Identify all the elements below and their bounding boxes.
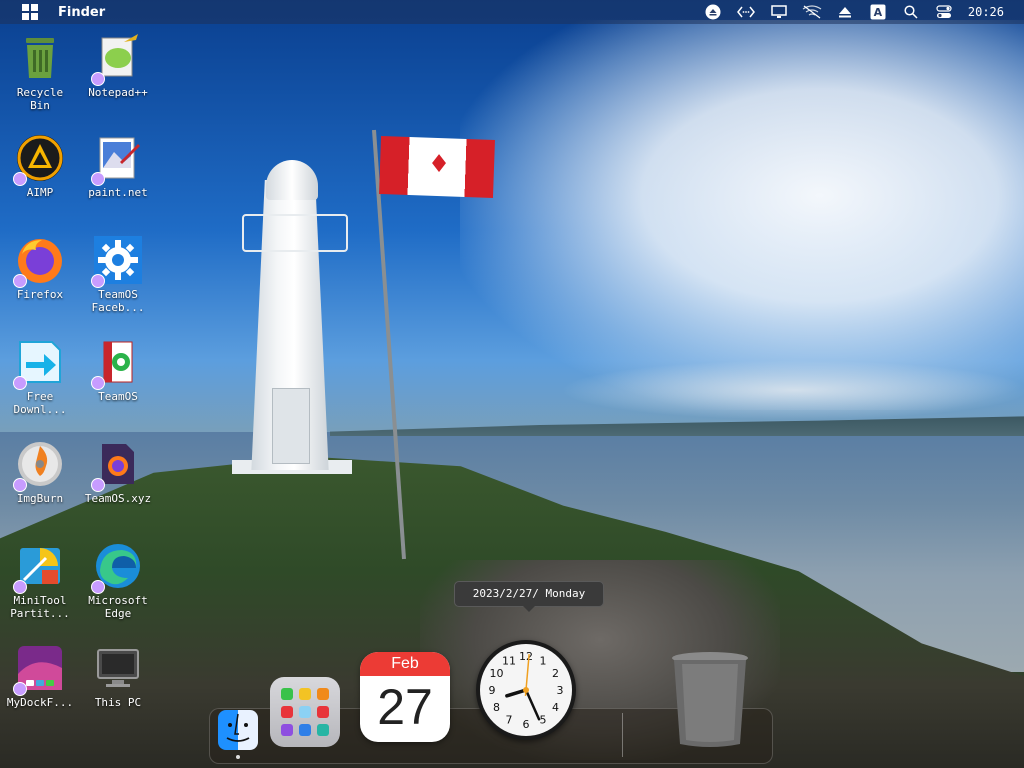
desktop-icon-this-pc[interactable]: This PC: [78, 644, 158, 730]
desktop-icon-label: AIMP: [26, 186, 54, 199]
display-icon[interactable]: [768, 1, 790, 23]
launchpad-icon[interactable]: [270, 677, 340, 747]
desktop-icon-teamos-facebook[interactable]: TeamOS Faceb...: [78, 236, 158, 322]
desktop-icon-notepad-plus-plus[interactable]: Notepad++: [78, 34, 158, 120]
this-pc-icon: [94, 644, 142, 692]
input-method-icon[interactable]: A: [867, 1, 889, 23]
desktop-icon-label: This PC: [94, 696, 142, 709]
recycle-bin-icon: [16, 34, 64, 82]
shortcut-arrow-icon: [13, 682, 27, 696]
notepad-plus-plus-icon: [91, 34, 142, 86]
gear-icon: [91, 236, 142, 288]
free-download-icon: [13, 338, 64, 390]
paint-net-icon: [91, 134, 142, 186]
wifi-off-icon[interactable]: [801, 1, 823, 23]
search-icon[interactable]: [900, 1, 922, 23]
shortcut-arrow-icon: [13, 172, 27, 186]
desktop-icon-free-download[interactable]: Free Downl...: [0, 338, 80, 424]
eject-icon[interactable]: [702, 1, 724, 23]
dock-separator: [622, 713, 623, 757]
shortcut-arrow-icon: [13, 478, 27, 492]
network-code-icon[interactable]: [735, 1, 757, 23]
clock-number: 9: [489, 684, 496, 697]
shortcut-arrow-icon: [91, 376, 105, 390]
teamos-icon: [91, 338, 142, 390]
windows-icon[interactable]: [22, 4, 38, 20]
desktop-icon-label: Firefox: [16, 288, 64, 301]
menu-bar-clock[interactable]: 20:26: [968, 5, 1004, 19]
desktop-icon-minitool-partition[interactable]: MiniTool Partit...: [0, 542, 80, 628]
desktop-icon-teamos[interactable]: TeamOS: [78, 338, 158, 424]
desktop-icon-microsoft-edge[interactable]: Microsoft Edge: [78, 542, 158, 628]
finder-icon[interactable]: [218, 710, 258, 750]
clock-number: 4: [552, 701, 559, 714]
desktop-icon-recycle-bin[interactable]: Recycle Bin: [0, 34, 80, 120]
desktop-icon-paint-net[interactable]: paint.net: [78, 134, 158, 220]
shortcut-arrow-icon: [91, 274, 105, 288]
teamos-firefox-icon: [91, 440, 142, 492]
clock-number: 7: [506, 713, 513, 726]
desktop-icon-firefox[interactable]: Firefox: [0, 236, 80, 322]
shortcut-arrow-icon: [91, 478, 105, 492]
desktop-icon-teamos-xyz[interactable]: TeamOS.xyz: [78, 440, 158, 526]
shortcut-arrow-icon: [13, 274, 27, 288]
edge-icon: [91, 542, 142, 594]
shortcut-arrow-icon: [13, 376, 27, 390]
desktop-icon-label: Microsoft Edge: [88, 594, 148, 620]
desktop-icon-label: TeamOS Faceb...: [91, 288, 145, 314]
clock-icon[interactable]: 12 1 2 3 4 5 6 7 8 9 10 11: [476, 640, 576, 740]
trash-icon[interactable]: [670, 650, 750, 750]
firefox-icon: [13, 236, 64, 288]
running-indicator: [236, 755, 240, 759]
desktop-icon-imgburn[interactable]: ImgBurn: [0, 440, 80, 526]
clock-number: 6: [523, 718, 530, 731]
desktop-icon-label: Notepad++: [88, 86, 148, 99]
desktop-icon-label: MyDockF...: [6, 696, 74, 709]
desktop-icon-label: ImgBurn: [16, 492, 64, 505]
calendar-month: Feb: [360, 652, 450, 676]
desktop-icon-label: Recycle Bin: [16, 86, 64, 112]
clock-number: 2: [552, 667, 559, 680]
imgburn-icon: [13, 440, 64, 492]
desktop-icon-mydockfinder[interactable]: MyDockF...: [0, 644, 80, 730]
aimp-icon: [13, 134, 64, 186]
upload-icon[interactable]: [834, 1, 856, 23]
clock-number: 3: [557, 684, 564, 697]
shortcut-arrow-icon: [91, 172, 105, 186]
minitool-partition-icon: [13, 542, 64, 594]
clock-number: 12: [519, 650, 533, 663]
calendar-day: 27: [377, 679, 433, 735]
mydockfinder-icon: [13, 644, 64, 696]
desktop-icon-aimp[interactable]: AIMP: [0, 134, 80, 220]
top-menu-bar: Finder A 20:26: [0, 0, 1024, 24]
active-app-name[interactable]: Finder: [58, 5, 105, 20]
calendar-icon[interactable]: Feb 27: [360, 652, 450, 742]
control-center-icon[interactable]: [933, 1, 955, 23]
desktop-icon-label: TeamOS: [98, 390, 138, 403]
input-method-label: A: [873, 5, 883, 19]
shortcut-arrow-icon: [91, 72, 105, 86]
desktop-icon-label: TeamOS.xyz: [84, 492, 152, 505]
shortcut-arrow-icon: [91, 580, 105, 594]
clock-number: 8: [493, 701, 500, 714]
clock-number: 10: [490, 667, 504, 680]
clock-date-tooltip: 2023/2/27/ Monday: [454, 581, 604, 612]
clock-number: 1: [540, 655, 547, 668]
clock-number: 5: [540, 713, 547, 726]
desktop-icon-label: Free Downl...: [13, 390, 67, 416]
shortcut-arrow-icon: [13, 580, 27, 594]
desktop-icon-label: paint.net: [88, 186, 148, 199]
desktop-icon-label: MiniTool Partit...: [10, 594, 70, 620]
clock-number: 11: [502, 655, 516, 668]
